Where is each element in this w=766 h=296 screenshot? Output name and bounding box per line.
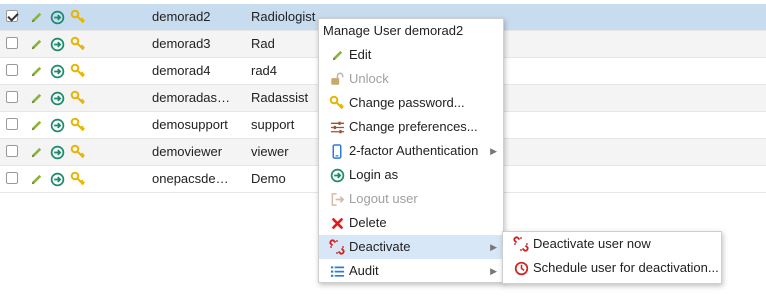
- menu-item-label: 2-factor Authentication: [349, 143, 479, 158]
- unlock-icon: [329, 71, 345, 87]
- username-cell: demoviewer: [152, 144, 223, 159]
- pencil-icon[interactable]: [28, 112, 44, 138]
- broken-link-icon: [513, 236, 529, 252]
- username-cell: demorad4: [152, 63, 211, 78]
- row-checkbox[interactable]: [6, 172, 18, 184]
- login-icon[interactable]: [49, 4, 65, 30]
- submenu-arrow-icon: ▶: [490, 266, 497, 276]
- row-checkbox[interactable]: [6, 37, 18, 49]
- menu-item-change-preferences[interactable]: Change preferences...: [319, 115, 503, 139]
- row-checkbox[interactable]: [6, 10, 18, 22]
- username-cell: demoradas…: [152, 90, 231, 105]
- menu-item-label: Unlock: [349, 71, 389, 86]
- pencil-icon[interactable]: [28, 31, 44, 57]
- submenu-item-deactivate-user-now[interactable]: Deactivate user now: [503, 232, 721, 256]
- username-cell: demorad3: [152, 36, 211, 51]
- context-menu-title: Manage User demorad2: [323, 23, 464, 38]
- phone-icon: [329, 143, 345, 159]
- login-icon: [329, 167, 345, 183]
- key-icon[interactable]: [70, 139, 86, 165]
- broken-link-icon: [329, 239, 345, 255]
- submenu-item-schedule-deactivation[interactable]: Schedule user for deactivation...: [503, 256, 721, 280]
- row-checkbox[interactable]: [6, 91, 18, 103]
- list-icon: [329, 263, 345, 279]
- menu-item-login-as[interactable]: Login as: [319, 163, 503, 187]
- login-icon[interactable]: [49, 31, 65, 57]
- username-cell: demorad2: [152, 9, 211, 24]
- pencil-icon[interactable]: [28, 58, 44, 84]
- row-checkbox[interactable]: [6, 64, 18, 76]
- name-cell: Radassist: [251, 90, 309, 105]
- row-checkbox[interactable]: [6, 118, 18, 130]
- menu-item-label: Schedule user for deactivation...: [533, 260, 719, 275]
- login-icon[interactable]: [49, 112, 65, 138]
- menu-item-deactivate[interactable]: Deactivate ▶: [319, 235, 503, 259]
- key-icon[interactable]: [70, 58, 86, 84]
- menu-item-label: Change password...: [349, 95, 465, 110]
- name-cell: rad4: [251, 63, 278, 78]
- menu-item-label: Login as: [349, 167, 399, 182]
- menu-item-delete[interactable]: Delete: [319, 211, 503, 235]
- key-icon[interactable]: [70, 166, 86, 192]
- key-icon[interactable]: [70, 4, 86, 30]
- logout-icon: [329, 191, 345, 207]
- menu-item-logout-user: Logout user: [319, 187, 503, 211]
- submenu-arrow-icon: ▶: [490, 242, 497, 252]
- menu-item-unlock: Unlock: [319, 67, 503, 91]
- name-cell: viewer: [251, 144, 289, 159]
- key-icon[interactable]: [70, 31, 86, 57]
- submenu-arrow-icon: ▶: [490, 146, 497, 156]
- key-icon[interactable]: [70, 85, 86, 111]
- manage-user-context-menu: Manage User demorad2 Edit Unlock Change …: [318, 18, 504, 283]
- login-icon[interactable]: [49, 139, 65, 165]
- login-icon[interactable]: [49, 58, 65, 84]
- menu-item-label: Delete: [349, 215, 387, 230]
- deactivate-submenu: Deactivate user now Schedule user for de…: [502, 231, 722, 284]
- pencil-icon[interactable]: [28, 4, 44, 30]
- menu-item-label: Edit: [349, 47, 372, 62]
- menu-item-label: Deactivate user now: [533, 236, 651, 251]
- menu-item-label: Logout user: [349, 191, 418, 206]
- pencil-icon: [329, 47, 345, 63]
- login-icon[interactable]: [49, 166, 65, 192]
- name-cell: Demo: [251, 171, 286, 186]
- username-cell: onepacsde…: [152, 171, 229, 186]
- sliders-icon: [329, 119, 345, 135]
- key-icon[interactable]: [70, 112, 86, 138]
- clock-icon: [513, 260, 529, 276]
- menu-item-edit[interactable]: Edit: [319, 43, 503, 67]
- menu-item-audit[interactable]: Audit ▶: [319, 259, 503, 283]
- menu-item-label: Change preferences...: [349, 119, 478, 134]
- pencil-icon[interactable]: [28, 85, 44, 111]
- name-cell: support: [251, 117, 295, 132]
- name-cell: Radiologist: [251, 9, 316, 24]
- login-icon[interactable]: [49, 85, 65, 111]
- row-checkbox[interactable]: [6, 145, 18, 157]
- menu-item-2-factor-authentication[interactable]: 2-factor Authentication ▶: [319, 139, 503, 163]
- menu-item-label: Audit: [349, 263, 379, 278]
- username-cell: demosupport: [152, 117, 228, 132]
- name-cell: Rad: [251, 36, 275, 51]
- key-icon: [329, 95, 345, 111]
- menu-item-change-password[interactable]: Change password...: [319, 91, 503, 115]
- delete-x-icon: [329, 215, 345, 231]
- pencil-icon[interactable]: [28, 166, 44, 192]
- pencil-icon[interactable]: [28, 139, 44, 165]
- menu-item-label: Deactivate: [349, 239, 411, 254]
